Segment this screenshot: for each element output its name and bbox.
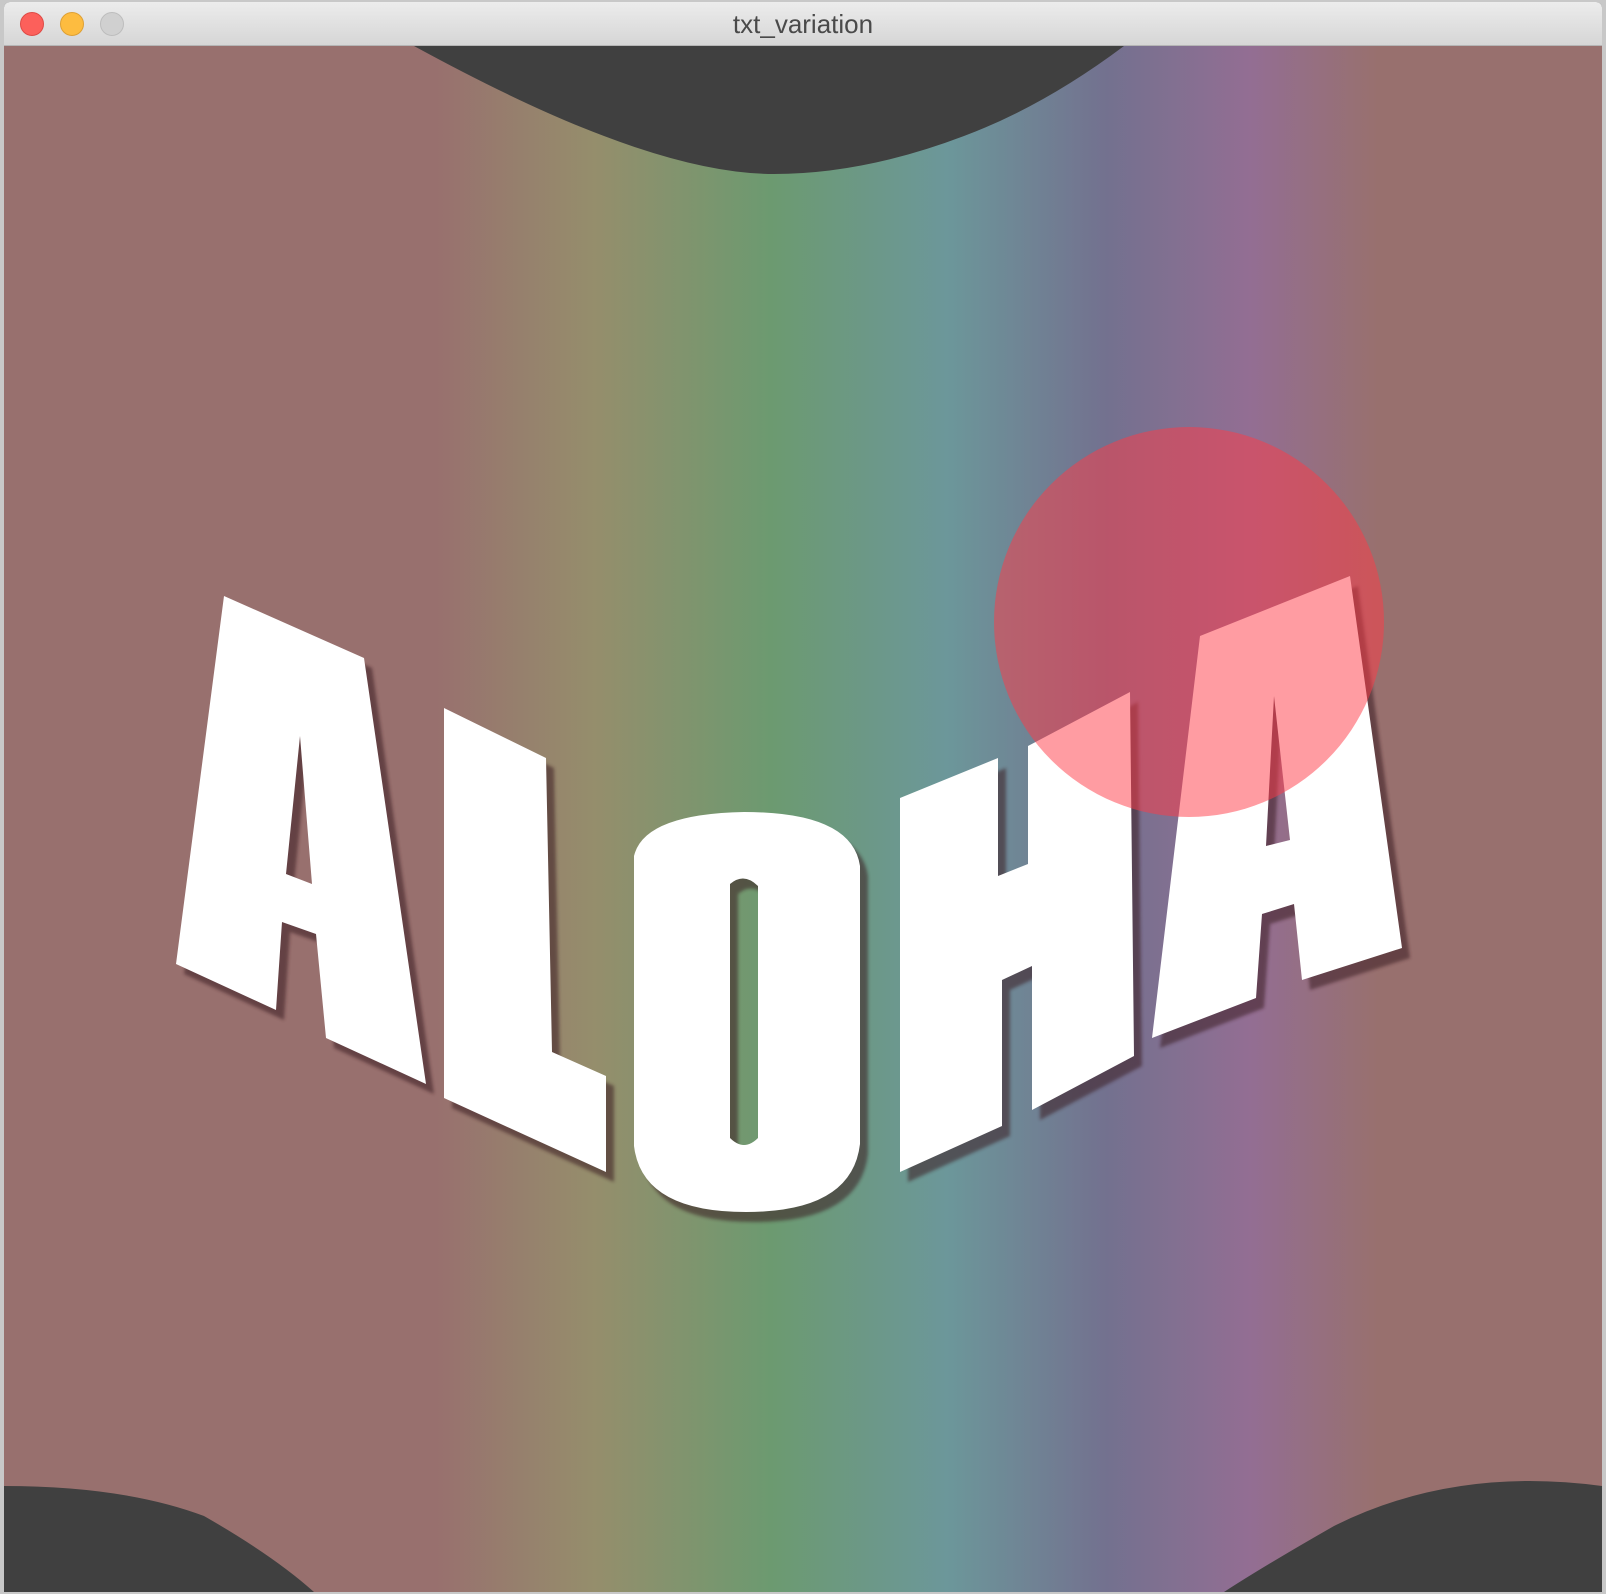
overlay-circle	[994, 427, 1384, 817]
sketch-svg: ALOHA	[4, 46, 1602, 1592]
app-window: txt_variation	[4, 2, 1602, 1592]
sketch-canvas[interactable]: ALOHA	[4, 46, 1602, 1592]
title-bar[interactable]: txt_variation	[4, 2, 1602, 46]
window-title: txt_variation	[732, 9, 874, 39]
